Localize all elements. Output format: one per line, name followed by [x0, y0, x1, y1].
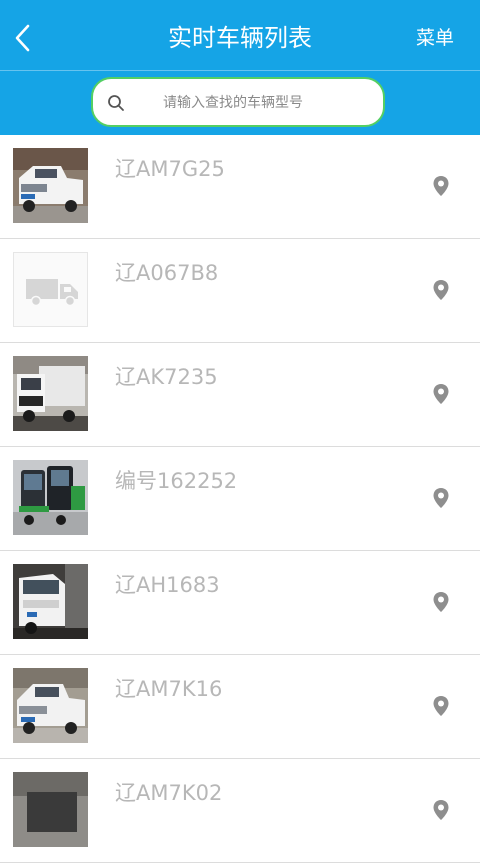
list-item[interactable]: 辽AK7235 [0, 343, 480, 447]
vehicle-plate: 辽AK7235 [115, 365, 218, 389]
search-input[interactable] [163, 89, 373, 117]
vehicle-plate: 编号162252 [115, 469, 238, 493]
list-item[interactable]: 辽AM7K16 [0, 655, 480, 759]
pickup-truck-photo [13, 148, 88, 223]
search-icon [108, 95, 124, 111]
list-item[interactable]: 辽AM7K02 [0, 759, 480, 863]
app-header: 实时车辆列表 菜单 [0, 0, 480, 135]
list-item[interactable]: 编号162252 [0, 447, 480, 551]
location-pin-icon[interactable] [432, 799, 450, 821]
list-item[interactable]: 辽AM7G25 [0, 135, 480, 239]
page-title: 实时车辆列表 [168, 24, 312, 52]
location-pin-icon[interactable] [432, 279, 450, 301]
vehicle-plate: 辽A067B8 [115, 261, 219, 285]
location-pin-icon[interactable] [432, 591, 450, 613]
list-item[interactable]: 辽AH1683 [0, 551, 480, 655]
vehicle-plate: 辽AM7K16 [115, 677, 223, 701]
street-sweeper-photo [13, 460, 88, 535]
location-pin-icon[interactable] [432, 487, 450, 509]
location-pin-icon[interactable] [432, 383, 450, 405]
vehicle-plate: 辽AH1683 [115, 573, 220, 597]
vehicle-plate: 辽AM7K02 [115, 781, 223, 805]
vehicle-plate: 辽AM7G25 [115, 157, 225, 181]
pickup-truck-photo [13, 668, 88, 743]
sanitation-truck-photo [13, 564, 88, 639]
vehicle-photo [13, 772, 88, 847]
search-box[interactable] [91, 77, 385, 127]
menu-button[interactable]: 菜单 [416, 22, 454, 54]
vehicle-list: 辽AM7G25 辽A067B8 辽AK7235 编号162252 辽AH1683… [0, 135, 480, 863]
location-pin-icon[interactable] [432, 695, 450, 717]
dump-truck-photo [13, 356, 88, 431]
location-pin-icon[interactable] [432, 175, 450, 197]
truck-placeholder-icon [13, 252, 88, 327]
header-divider [0, 70, 480, 71]
list-item[interactable]: 辽A067B8 [0, 239, 480, 343]
